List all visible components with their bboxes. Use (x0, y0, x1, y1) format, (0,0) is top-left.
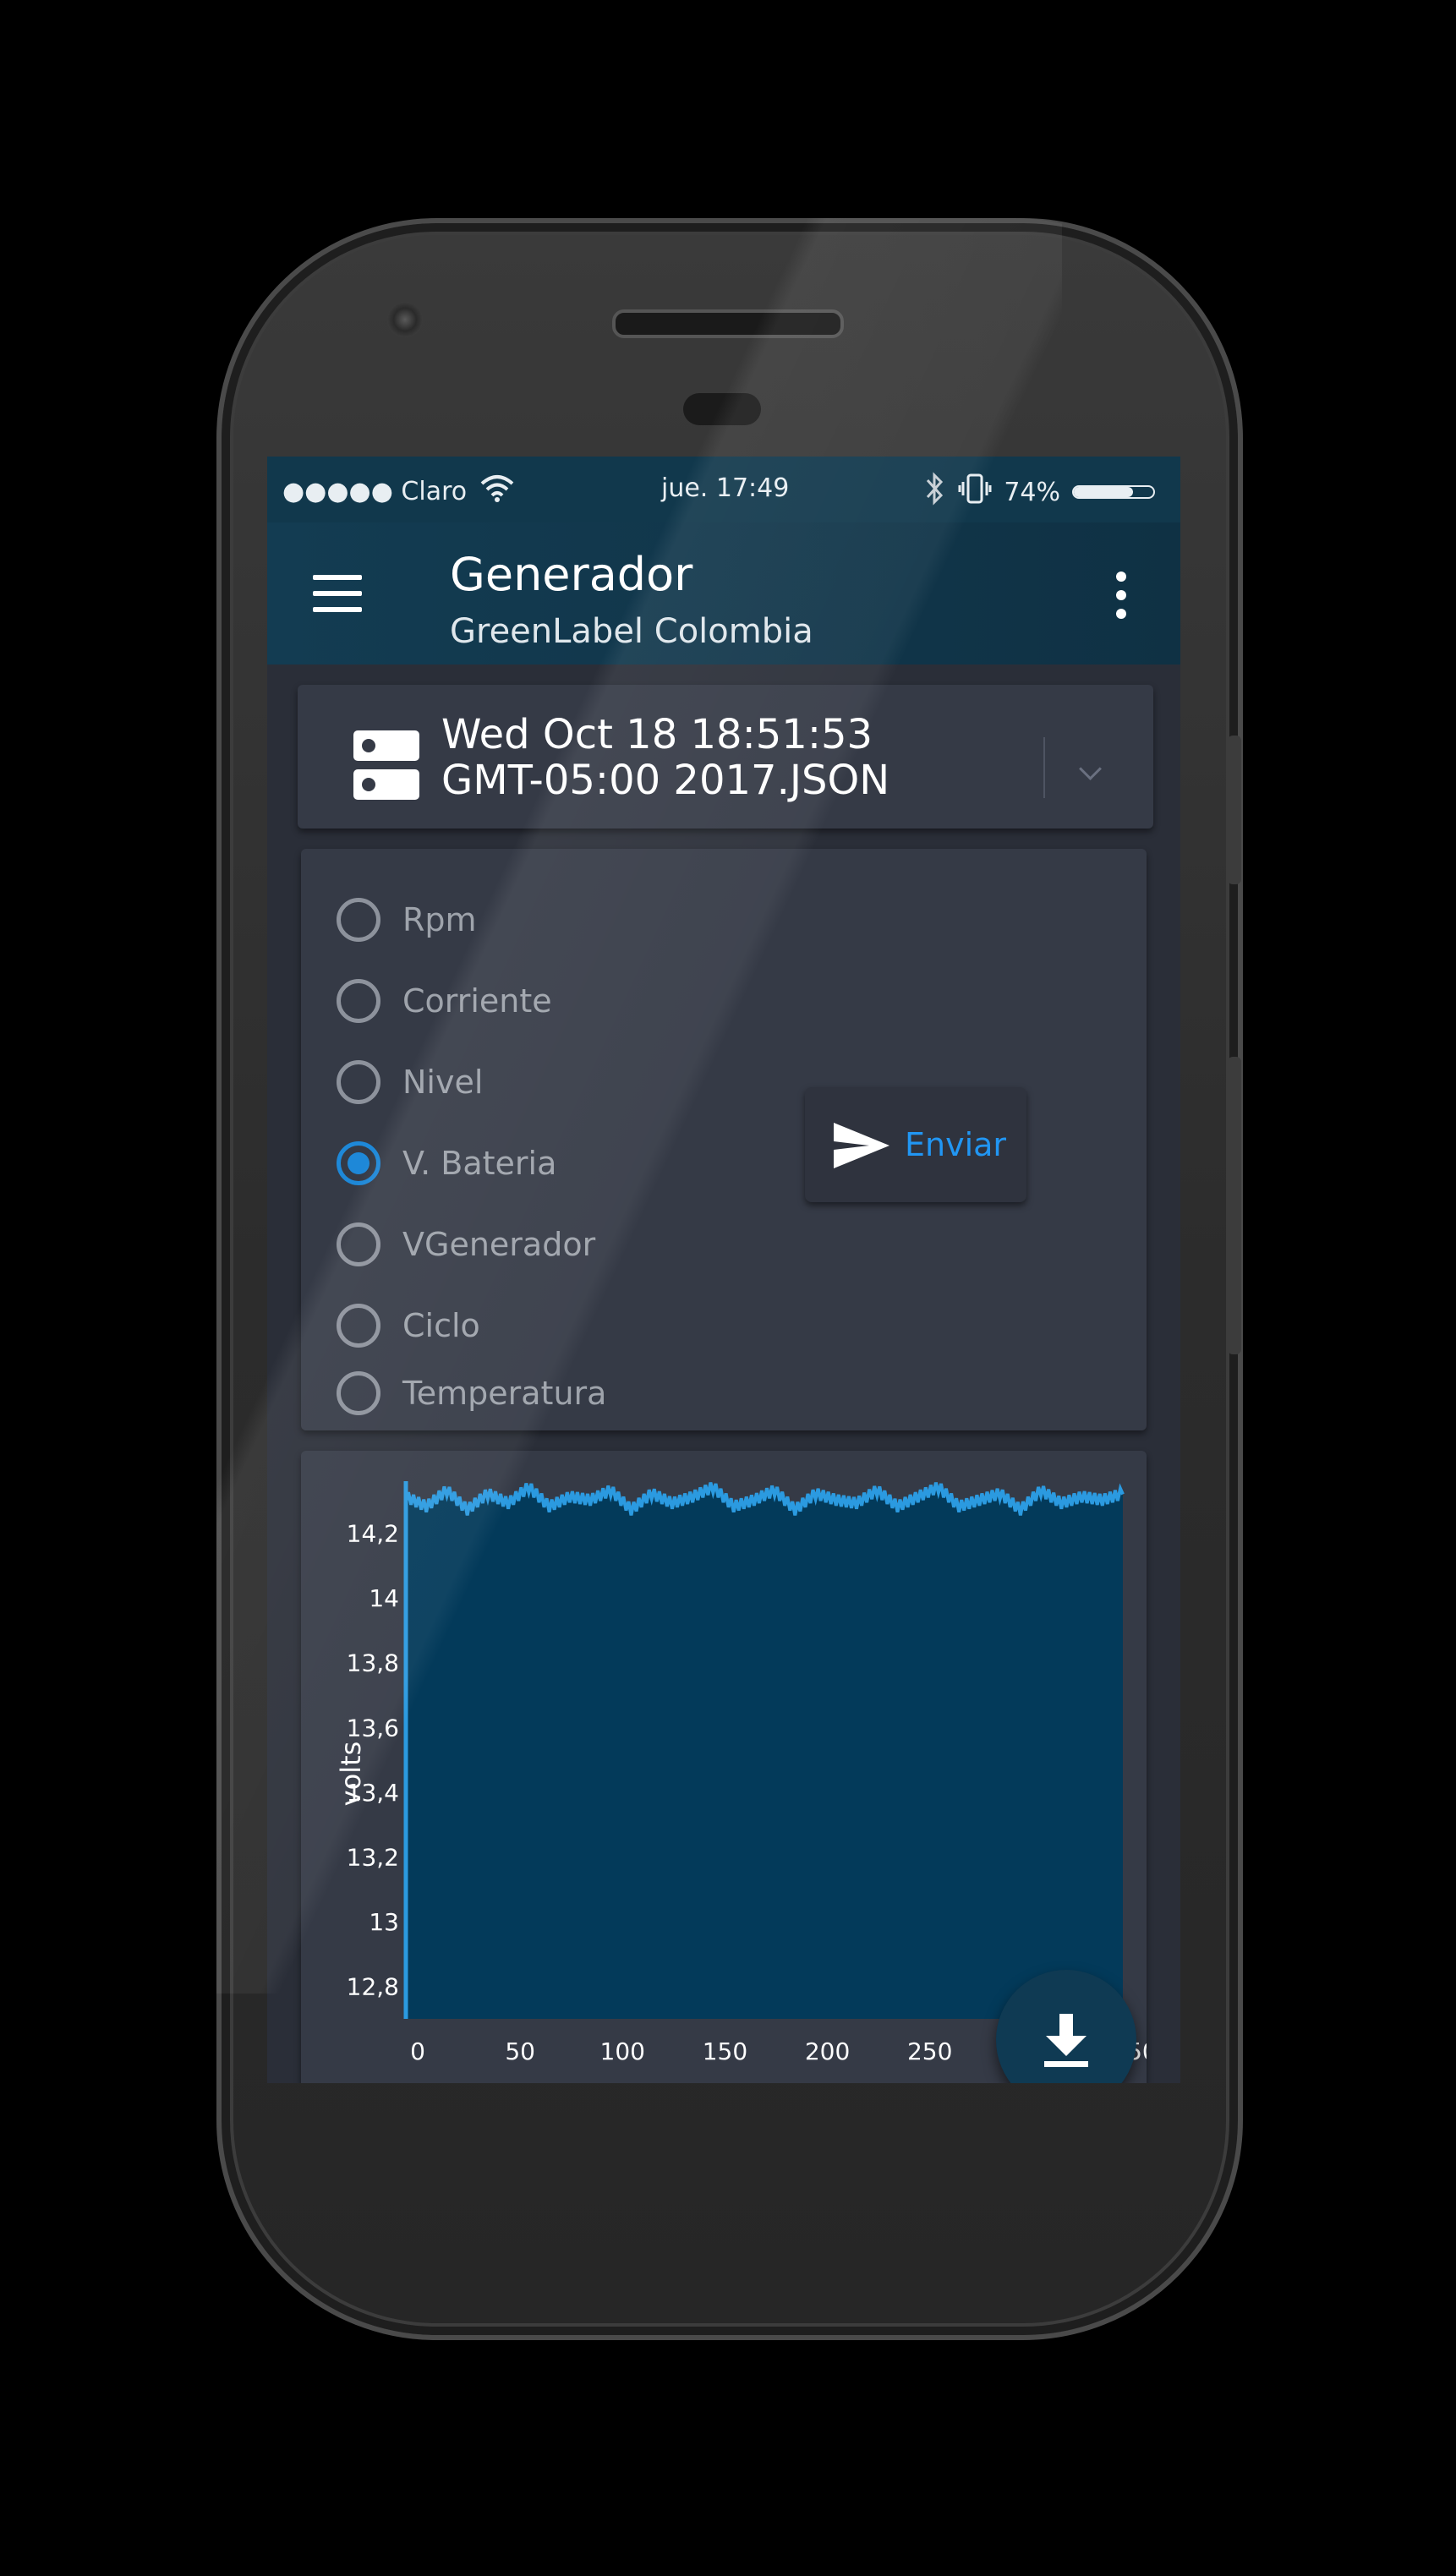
y-tick-label: 14,2 (347, 1519, 399, 1547)
app-subtitle: GreenLabel Colombia (450, 612, 813, 651)
content-area: Wed Oct 18 18:51:53 GMT-05:00 2017.JSON … (267, 665, 1180, 2083)
radio-button[interactable] (337, 979, 380, 1023)
bluetooth-icon (924, 472, 946, 512)
radio-label: V. Bateria (402, 1145, 557, 1182)
variable-radio-group: Rpm Corriente Nivel V. Bateria VGenerado… (301, 849, 1147, 1430)
download-icon (1044, 2014, 1088, 2067)
radio-option-corriente[interactable]: Corriente (337, 974, 552, 1028)
radio-option-vgenerador[interactable]: VGenerador (337, 1217, 595, 1272)
proximity-sensor (683, 393, 761, 425)
radio-option-rpm[interactable]: Rpm (337, 893, 477, 947)
radio-label: Rpm (402, 901, 477, 938)
earpiece-speaker (612, 309, 844, 338)
battery-percent: 74% (1004, 477, 1060, 507)
server-icon (353, 730, 419, 800)
screen: ●●●●● Claro jue. 17:49 74% Generador Gre… (267, 457, 1180, 2083)
carrier-label: ●●●●● Claro (282, 476, 468, 506)
file-selector-dropdown[interactable]: Wed Oct 18 18:51:53 GMT-05:00 2017.JSON (298, 685, 1153, 829)
wifi-icon (479, 473, 516, 509)
x-tick-label: 150 (703, 2037, 747, 2065)
vibrate-icon (958, 472, 992, 512)
y-tick-label: 13,8 (347, 1649, 399, 1677)
radio-label: Ciclo (402, 1307, 480, 1344)
x-tick-label: 250 (907, 2037, 952, 2065)
menu-icon[interactable] (313, 575, 362, 612)
send-button[interactable]: Enviar (805, 1087, 1026, 1202)
radio-button[interactable] (337, 1222, 380, 1266)
radio-label: Temperatura (402, 1375, 607, 1412)
radio-label: VGenerador (402, 1226, 596, 1263)
file-name: Wed Oct 18 18:51:53 GMT-05:00 2017.JSON (441, 711, 890, 804)
chart-area-fill (406, 1482, 1123, 2019)
more-options-icon[interactable] (1116, 572, 1128, 627)
radio-button[interactable] (337, 898, 380, 942)
radio-button-selected[interactable] (337, 1141, 380, 1185)
chevron-down-icon[interactable] (1079, 757, 1102, 780)
battery-icon (1072, 485, 1155, 499)
app-title: Generador (450, 548, 693, 601)
x-tick-label: 100 (600, 2037, 645, 2065)
radio-button[interactable] (337, 1371, 380, 1415)
send-icon (832, 1121, 891, 1170)
x-tick-label: 200 (805, 2037, 850, 2065)
y-tick-label: 13,6 (347, 1714, 399, 1742)
radio-option-v-bateria[interactable]: V. Bateria (337, 1136, 556, 1190)
status-bar: ●●●●● Claro jue. 17:49 74% (267, 457, 1180, 522)
radio-option-nivel[interactable]: Nivel (337, 1055, 483, 1109)
dropdown-separator (1043, 737, 1045, 798)
power-button (1228, 736, 1241, 884)
x-tick-label: 0 (410, 2037, 425, 2065)
y-tick-label: 14 (369, 1584, 399, 1612)
y-axis-label: volts (335, 1742, 367, 1807)
y-tick-label: 13,2 (347, 1843, 399, 1871)
x-tick-label: 50 (505, 2037, 535, 2065)
radio-option-ciclo[interactable]: Ciclo (337, 1299, 480, 1353)
clock: jue. 17:49 (661, 473, 790, 503)
radio-button[interactable] (337, 1304, 380, 1348)
radio-label: Corriente (402, 982, 552, 1020)
front-camera (387, 302, 423, 337)
app-bar: Generador GreenLabel Colombia (267, 522, 1180, 665)
radio-label: Nivel (402, 1064, 484, 1101)
y-tick-label: 12,8 (347, 1973, 399, 2001)
radio-option-temperatura[interactable]: Temperatura (337, 1366, 606, 1420)
radio-button[interactable] (337, 1060, 380, 1104)
send-label: Enviar (905, 1126, 1007, 1163)
volume-button (1228, 1057, 1241, 1354)
y-tick-label: 13 (369, 1908, 399, 1936)
